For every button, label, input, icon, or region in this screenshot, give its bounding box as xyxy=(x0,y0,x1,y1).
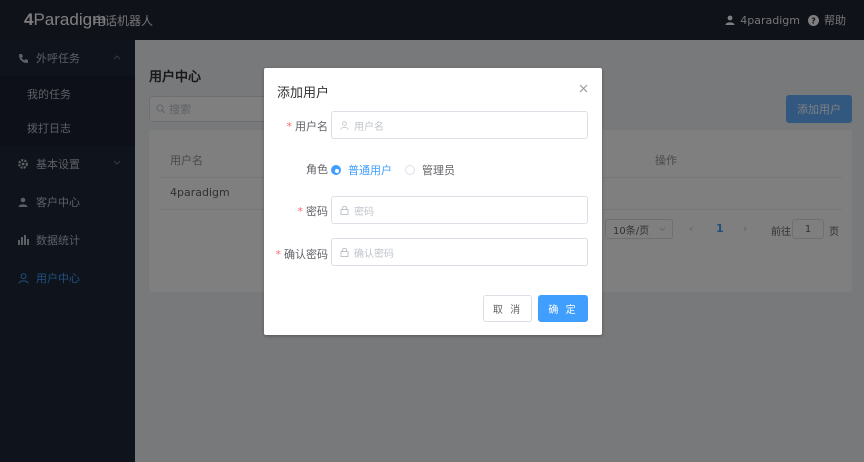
label-text: 密码 xyxy=(306,205,328,218)
label-text: 确认密码 xyxy=(284,248,328,261)
confirm-password-label: * 确认密码 xyxy=(264,246,329,262)
lock-icon xyxy=(340,247,349,257)
username-field[interactable]: 用户名 xyxy=(331,111,588,139)
password-field[interactable]: 密码 xyxy=(331,196,588,224)
role-label: 角色 xyxy=(306,163,328,176)
role-normal-label: 普通用户 xyxy=(348,164,392,177)
password-placeholder: 密码 xyxy=(354,206,374,218)
add-user-dialog: 添加用户 * 用户名 用户名 角色 普通用户 管理员 * 密码 密码 * 确认密码 确… xyxy=(264,68,602,335)
lock-icon xyxy=(340,205,349,215)
username-label: * 用户名 xyxy=(264,118,329,134)
required-mark: * xyxy=(297,205,304,218)
confirm-password-field[interactable]: 确认密码 xyxy=(331,238,588,266)
radio-dot xyxy=(331,165,341,175)
confirm-button[interactable]: 确 定 xyxy=(538,295,588,322)
close-icon[interactable] xyxy=(577,82,589,94)
cancel-button[interactable]: 取 消 xyxy=(483,295,532,322)
dialog-title: 添加用户 xyxy=(277,86,330,101)
username-placeholder: 用户名 xyxy=(354,121,384,133)
confirm-password-placeholder: 确认密码 xyxy=(354,248,394,260)
label-text: 用户名 xyxy=(295,120,328,133)
required-mark: * xyxy=(286,120,293,133)
user-outline-icon xyxy=(340,120,349,130)
role-normal-radio[interactable]: 普通用户 xyxy=(331,162,392,178)
password-label: * 密码 xyxy=(264,203,329,219)
role-admin-radio[interactable]: 管理员 xyxy=(405,162,455,178)
required-mark: * xyxy=(275,248,282,261)
radio-dot xyxy=(405,165,415,175)
role-admin-label: 管理员 xyxy=(422,164,455,177)
